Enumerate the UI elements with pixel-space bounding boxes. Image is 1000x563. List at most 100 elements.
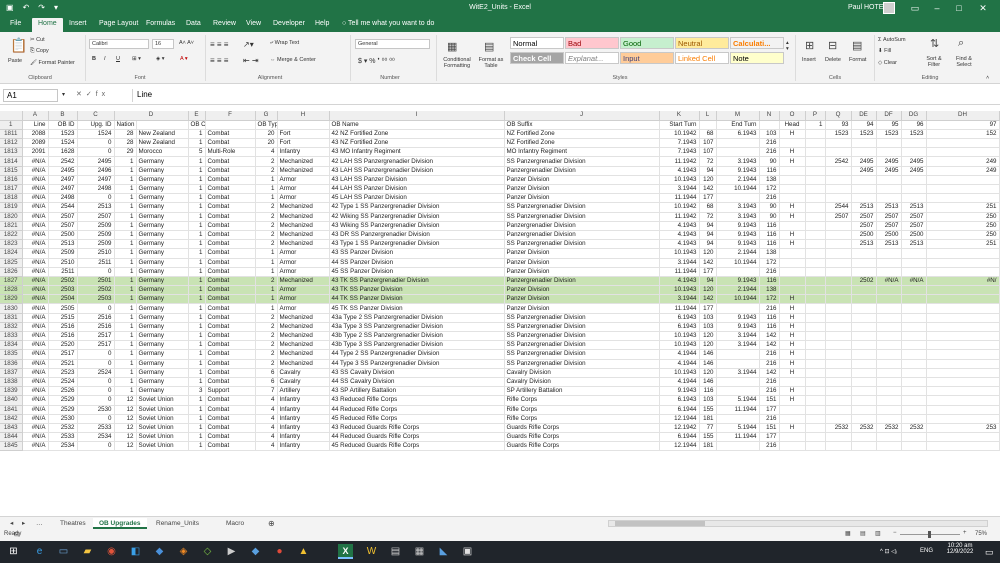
cell[interactable]: 43 SS Cavalry Division bbox=[329, 368, 505, 378]
cell[interactable]: 43b Type 2 SS Panzergrenadier Division bbox=[329, 331, 505, 342]
cell[interactable]: 2513 bbox=[876, 202, 902, 213]
cell[interactable]: Morocco bbox=[136, 147, 189, 158]
cell[interactable] bbox=[805, 294, 826, 305]
cell[interactable]: 1 bbox=[114, 175, 137, 186]
row-header[interactable]: 1825 bbox=[0, 258, 23, 268]
cell[interactable]: 7 bbox=[255, 386, 278, 397]
cell[interactable]: 72 bbox=[699, 156, 717, 167]
cell[interactable]: Combat bbox=[205, 294, 256, 305]
cell[interactable]: Germany bbox=[136, 276, 189, 287]
wrap-text-button[interactable]: ⤶ Wrap Text bbox=[270, 40, 299, 47]
cell[interactable] bbox=[926, 267, 1000, 277]
cell[interactable] bbox=[805, 395, 826, 406]
cell[interactable]: H bbox=[779, 368, 806, 378]
cell[interactable]: 2497 bbox=[77, 175, 115, 186]
cell[interactable]: 2509 bbox=[77, 239, 115, 250]
cell[interactable]: 1 bbox=[188, 331, 206, 342]
cell[interactable]: 2.1944 bbox=[716, 248, 760, 259]
cell[interactable] bbox=[851, 340, 877, 351]
cell[interactable]: 4 bbox=[255, 147, 278, 158]
cell[interactable]: Germany bbox=[136, 331, 189, 342]
merge-center-button[interactable]: ⇔ Merge & Center bbox=[270, 57, 316, 63]
cell[interactable]: #N/A bbox=[22, 248, 49, 259]
cell[interactable]: 6.1943 bbox=[659, 395, 700, 406]
column-header[interactable]: G bbox=[255, 111, 278, 121]
cell[interactable]: 1 bbox=[114, 359, 137, 369]
cell[interactable] bbox=[779, 138, 806, 149]
cell[interactable] bbox=[876, 441, 902, 452]
cell[interactable]: 4 bbox=[255, 423, 278, 434]
cell[interactable]: 151 bbox=[759, 395, 780, 406]
cell[interactable]: 45 Reduced Rifle Corps bbox=[329, 414, 505, 424]
cell[interactable]: Multi-Role bbox=[205, 147, 256, 158]
cell[interactable]: 94 bbox=[851, 120, 877, 130]
number-format-icons[interactable]: $ ▾ % ❜ ⁰⁰ ⁰⁰ bbox=[358, 57, 395, 65]
cell[interactable] bbox=[805, 212, 826, 222]
cell[interactable] bbox=[876, 395, 902, 406]
cell[interactable]: Cavalry bbox=[277, 368, 330, 378]
cell[interactable]: Mechanized bbox=[277, 331, 330, 342]
cell[interactable]: 1 bbox=[114, 285, 137, 296]
cell[interactable]: 2532 bbox=[876, 423, 902, 434]
cell[interactable]: 43 Reduced Rifle Corps bbox=[329, 395, 505, 406]
cell[interactable] bbox=[805, 331, 826, 342]
cell[interactable]: 142 bbox=[699, 258, 717, 268]
cell[interactable]: 2533 bbox=[77, 423, 115, 434]
cell[interactable]: 20 bbox=[255, 129, 278, 140]
cell[interactable]: 2495 bbox=[876, 166, 902, 176]
cell[interactable]: 2498 bbox=[48, 193, 78, 204]
cell[interactable]: 107 bbox=[699, 147, 717, 158]
cell[interactable]: Combat bbox=[205, 432, 256, 443]
cell[interactable] bbox=[716, 147, 760, 158]
cell[interactable]: #N/A bbox=[901, 276, 927, 287]
cell[interactable]: 43 SP Artillery Battalion bbox=[329, 386, 505, 397]
cell[interactable]: #N/A bbox=[876, 276, 902, 287]
number-format-select[interactable]: General bbox=[355, 39, 430, 49]
cell[interactable] bbox=[926, 285, 1000, 296]
cell[interactable]: 4 bbox=[255, 395, 278, 406]
cell[interactable]: 1 bbox=[188, 285, 206, 296]
cell[interactable]: 1523 bbox=[48, 129, 78, 140]
cell[interactable] bbox=[805, 423, 826, 434]
cell[interactable] bbox=[901, 349, 927, 360]
cell[interactable]: Panzergrenadier Division bbox=[504, 221, 660, 231]
cell[interactable]: H bbox=[779, 129, 806, 140]
cell[interactable]: Mechanized bbox=[277, 340, 330, 351]
cell[interactable]: 172 bbox=[759, 294, 780, 305]
cell[interactable] bbox=[805, 359, 826, 369]
autosum-button[interactable]: Σ AutoSum bbox=[878, 37, 906, 43]
name-box[interactable]: A1 bbox=[3, 89, 58, 102]
cell[interactable]: Combat bbox=[205, 405, 256, 415]
cell[interactable]: 142 bbox=[759, 331, 780, 342]
worksheet-grid[interactable]: A B C D E F G H I J K L M N O P Q DE DF … bbox=[0, 111, 1000, 515]
cell[interactable]: 116 bbox=[759, 230, 780, 241]
cell[interactable]: 2516 bbox=[77, 313, 115, 323]
cell[interactable]: Combat bbox=[205, 230, 256, 241]
app-icon[interactable]: ◇ bbox=[200, 544, 215, 559]
cell[interactable]: 1 bbox=[255, 175, 278, 186]
cell[interactable]: 2510 bbox=[77, 248, 115, 259]
cell[interactable]: 93 bbox=[825, 120, 852, 130]
cell[interactable]: 1 bbox=[114, 258, 137, 268]
style-calculation[interactable]: Calculati... bbox=[730, 37, 784, 49]
cell[interactable] bbox=[805, 166, 826, 176]
cell[interactable]: 2507 bbox=[48, 221, 78, 231]
cell[interactable]: 1 bbox=[255, 258, 278, 268]
cell[interactable] bbox=[825, 258, 852, 268]
cell[interactable] bbox=[876, 322, 902, 333]
cell[interactable]: H bbox=[779, 331, 806, 342]
cell[interactable]: 2089 bbox=[22, 138, 49, 149]
maximize-button[interactable]: □ bbox=[952, 2, 966, 14]
cell[interactable]: 1 bbox=[188, 313, 206, 323]
row-header[interactable]: 1814 bbox=[0, 156, 23, 167]
cell[interactable]: 1524 bbox=[77, 129, 115, 140]
cell[interactable]: 216 bbox=[759, 303, 780, 314]
cell[interactable]: 2530 bbox=[77, 405, 115, 415]
style-explanatory[interactable]: Explanat... bbox=[565, 52, 619, 64]
cell[interactable] bbox=[876, 285, 902, 296]
cell[interactable]: 216 bbox=[759, 414, 780, 424]
cell[interactable]: 2 bbox=[255, 230, 278, 241]
cell[interactable] bbox=[901, 432, 927, 443]
cell[interactable] bbox=[825, 138, 852, 149]
cell[interactable]: End Turn bbox=[716, 120, 760, 130]
